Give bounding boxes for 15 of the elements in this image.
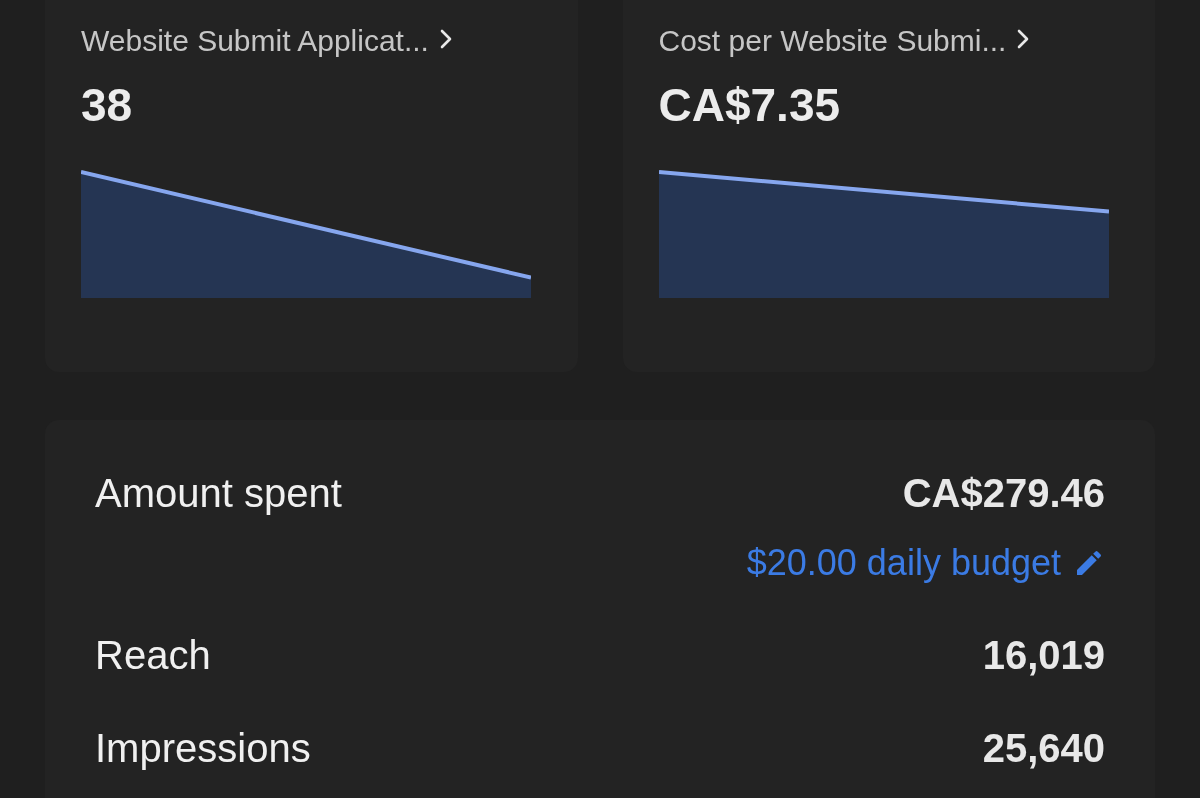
daily-budget-link[interactable]: $20.00 daily budget	[746, 542, 1061, 584]
metric-title: Website Submit Applicat...	[81, 24, 429, 58]
metric-card[interactable]: Website Submit Applicat... 38	[45, 0, 578, 372]
metric-value: 16,019	[982, 632, 1105, 678]
metric-label: Amount spent	[95, 470, 342, 516]
metric-label: Impressions	[95, 725, 311, 771]
metric-value: 38	[81, 78, 134, 132]
metric-title: Cost per Website Submi...	[658, 24, 1007, 58]
metric-value: 25,640	[982, 725, 1105, 771]
metric-label: Reach	[95, 632, 211, 678]
metric-value: CA$279.46	[902, 470, 1105, 516]
chevron-right-icon	[438, 28, 453, 50]
chevron-right-icon	[1016, 28, 1031, 50]
metric-card[interactable]: Cost per Website Submi... CA$7.35	[622, 0, 1155, 372]
metric-value: CA$7.35	[658, 78, 842, 132]
